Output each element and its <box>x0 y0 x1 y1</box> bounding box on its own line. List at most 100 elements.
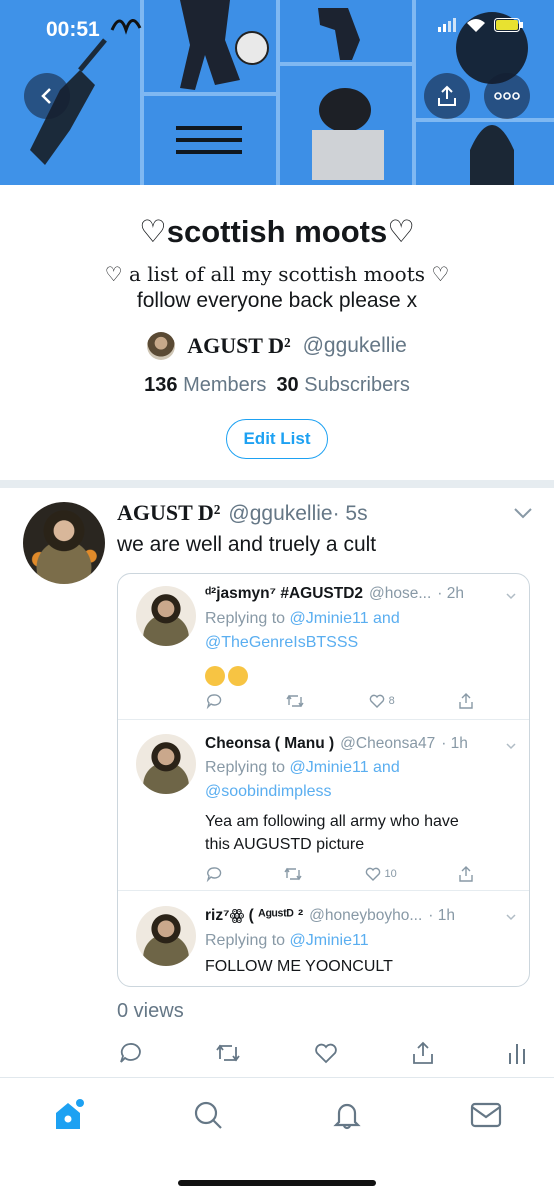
avatar[interactable] <box>136 906 196 966</box>
list-item[interactable]: ᵈ²jasmyn⁷ #AGUSTD2 @hose... · 2h Replyin… <box>118 574 529 719</box>
reply-icon[interactable] <box>117 1040 143 1066</box>
avatar[interactable] <box>136 734 196 794</box>
like-icon <box>365 867 380 881</box>
reply-mention[interactable]: @soobindimpless <box>205 783 332 800</box>
battery-icon <box>494 18 523 32</box>
avatar[interactable] <box>147 332 176 360</box>
owner-name: AGUST D² <box>187 333 291 358</box>
quoted-actions: 8 <box>205 692 475 710</box>
quoted-time: · 1h <box>441 735 468 752</box>
quoted-time: · 2h <box>437 585 465 602</box>
retweet-icon[interactable] <box>285 692 305 710</box>
list-stats: 136 Members 30 Subscribers <box>0 374 554 397</box>
quoted-author: riz⁷ꙮ ( ᴬᵍᵘˢᵗᴰ ² @honeyboyho... · 1h <box>205 906 455 925</box>
home-icon <box>56 1099 84 1129</box>
share-icon[interactable] <box>410 1040 436 1066</box>
chevron-down-icon[interactable] <box>505 590 517 602</box>
wifi-icon <box>467 19 485 32</box>
chevron-down-icon[interactable] <box>505 740 517 752</box>
reply-prefix: Replying to <box>205 932 286 949</box>
more-icon <box>494 92 520 100</box>
quoted-emojis <box>205 664 251 687</box>
subscribers-link[interactable]: 30 Subscribers <box>276 374 409 397</box>
quoted-text: Yea am following all army who have this … <box>205 810 459 856</box>
tab-notifications[interactable] <box>327 1095 367 1135</box>
subscribers-label: Subscribers <box>304 374 410 396</box>
reply-icon[interactable] <box>205 692 223 710</box>
list-description: ♡ a list of all my scottish moots ♡ <box>104 262 450 286</box>
home-indicator <box>178 1180 376 1186</box>
share-icon[interactable] <box>457 692 475 710</box>
tweet-header: AGUST D² @ggukellie· 5s <box>117 500 368 526</box>
search-icon <box>194 1101 222 1129</box>
chevron-down-icon[interactable] <box>512 502 534 524</box>
like-count: 10 <box>384 868 397 880</box>
share-icon[interactable] <box>457 865 475 883</box>
quoted-author-name: Cheonsa ( Manu ) <box>205 735 335 752</box>
tab-search[interactable] <box>188 1095 228 1135</box>
quoted-author-handle: @Cheonsa47 <box>340 735 436 752</box>
reply-context: Replying to @Jminie11 <box>205 929 369 953</box>
back-button[interactable] <box>24 73 70 119</box>
tweet-actions <box>117 1040 527 1066</box>
reply-context: Replying to @Jminie11 and @TheGenreIsBTS… <box>205 607 400 655</box>
reply-prefix: Replying to <box>205 610 286 627</box>
list-banner: 00:51 <box>0 0 554 185</box>
tweet-handle: @ggukellie <box>228 502 333 525</box>
subscribers-count: 30 <box>276 374 299 396</box>
quoted-tweet[interactable]: ᵈ²jasmyn⁷ #AGUSTD2 @hose... · 2h Replyin… <box>117 573 530 987</box>
quoted-text: FOLLOW ME YOONCULT <box>205 958 393 975</box>
list-item[interactable]: riz⁷ꙮ ( ᴬᵍᵘˢᵗᴰ ² @honeyboyho... · 1h Rep… <box>118 891 529 986</box>
list-description-2: follow everyone back please x <box>136 289 418 312</box>
quoted-author-name: riz⁷ꙮ ( ᴬᵍᵘˢᵗᴰ ² <box>205 907 304 924</box>
members-count: 136 <box>144 374 178 396</box>
quoted-author-handle: @hose... <box>369 585 432 602</box>
like-action[interactable]: 10 <box>364 866 397 882</box>
tweet-time: · 5s <box>332 502 368 525</box>
avatar[interactable] <box>136 586 196 646</box>
avatar[interactable] <box>23 502 105 584</box>
views-count: 0 views <box>117 1000 184 1022</box>
quoted-text-line: Yea am following all army who have <box>205 813 459 830</box>
tweet-author-handle: @ggukellie· 5s <box>228 502 367 526</box>
reply-prefix: Replying to <box>205 759 286 776</box>
reply-mention[interactable]: @Jminie11 <box>290 932 369 949</box>
quoted-actions: 10 <box>205 865 475 883</box>
tab-home[interactable] <box>48 1095 88 1135</box>
kissing-face-icon <box>228 665 248 686</box>
back-arrow-icon <box>41 88 51 104</box>
retweet-icon[interactable] <box>214 1040 242 1066</box>
tweet-author-name[interactable]: AGUST D² <box>117 500 220 526</box>
section-divider <box>0 480 554 488</box>
reply-icon[interactable] <box>205 865 223 883</box>
list-item[interactable]: Cheonsa ( Manu ) @Cheonsa47 · 1h Replyin… <box>118 720 529 890</box>
list-title: ♡scottish moots♡ <box>138 214 416 249</box>
members-label: Members <box>183 374 267 396</box>
reply-mention[interactable]: @Jminie11 and <box>290 759 400 776</box>
share-button[interactable] <box>424 73 470 119</box>
list-owner[interactable]: AGUST D² @ggukellie <box>0 332 554 360</box>
reply-context: Replying to @Jminie11 and @soobindimples… <box>205 756 400 804</box>
analytics-icon[interactable] <box>507 1041 527 1065</box>
retweet-icon[interactable] <box>283 865 303 883</box>
more-button[interactable] <box>484 73 530 119</box>
status-time: 00:51 <box>46 18 100 41</box>
edit-list-button[interactable]: Edit List <box>226 419 328 459</box>
like-icon[interactable] <box>313 1041 339 1065</box>
chevron-down-icon[interactable] <box>505 911 517 923</box>
quoted-time: · 1h <box>428 907 455 924</box>
notifications-icon <box>333 1103 361 1130</box>
members-link[interactable]: 136 Members <box>144 374 266 397</box>
like-icon <box>369 694 384 708</box>
share-icon <box>438 85 456 106</box>
like-count: 8 <box>388 695 395 707</box>
reply-mention[interactable]: @TheGenreIsBTSSS <box>205 634 358 651</box>
tweet-text: we are well and truely a cult <box>117 533 377 556</box>
like-action[interactable]: 8 <box>368 693 395 709</box>
messages-icon <box>470 1102 502 1128</box>
tab-messages[interactable] <box>466 1095 506 1135</box>
status-indicators <box>438 18 524 32</box>
quoted-author-handle: @honeyboyho... <box>309 907 423 924</box>
reply-mention[interactable]: @Jminie11 and <box>290 610 400 627</box>
quoted-text-line: this AUGUSTD picture <box>205 836 365 853</box>
